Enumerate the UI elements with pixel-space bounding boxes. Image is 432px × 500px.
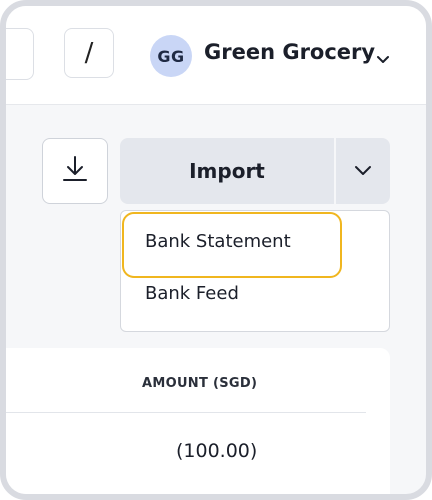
organization-name[interactable]: Green Grocery bbox=[204, 40, 375, 64]
download-button[interactable] bbox=[42, 138, 108, 204]
import-dropdown-toggle[interactable] bbox=[336, 138, 390, 204]
download-icon bbox=[61, 154, 89, 188]
top-bar: / GG Green Grocery bbox=[6, 6, 426, 105]
divider bbox=[6, 412, 366, 413]
toolbar-button-partial[interactable] bbox=[6, 28, 34, 80]
chevron-down-icon bbox=[353, 162, 373, 181]
menu-item-bank-statement[interactable]: Bank Statement bbox=[121, 231, 389, 252]
table-cell-amount: (100.00) bbox=[176, 440, 258, 462]
slash-label: / bbox=[84, 38, 94, 68]
transactions-table: AMOUNT (SGD) (100.00) bbox=[6, 348, 390, 494]
menu-item-bank-feed[interactable]: Bank Feed bbox=[121, 283, 389, 304]
chevron-down-icon[interactable] bbox=[376, 50, 390, 69]
slash-button[interactable]: / bbox=[64, 28, 114, 78]
import-button[interactable]: Import bbox=[120, 138, 334, 204]
import-menu: Bank Statement Bank Feed bbox=[120, 210, 390, 332]
app-window: / GG Green Grocery Import Bank Statement bbox=[0, 0, 432, 500]
column-header-amount[interactable]: AMOUNT (SGD) bbox=[142, 376, 257, 391]
avatar[interactable]: GG bbox=[150, 35, 192, 77]
